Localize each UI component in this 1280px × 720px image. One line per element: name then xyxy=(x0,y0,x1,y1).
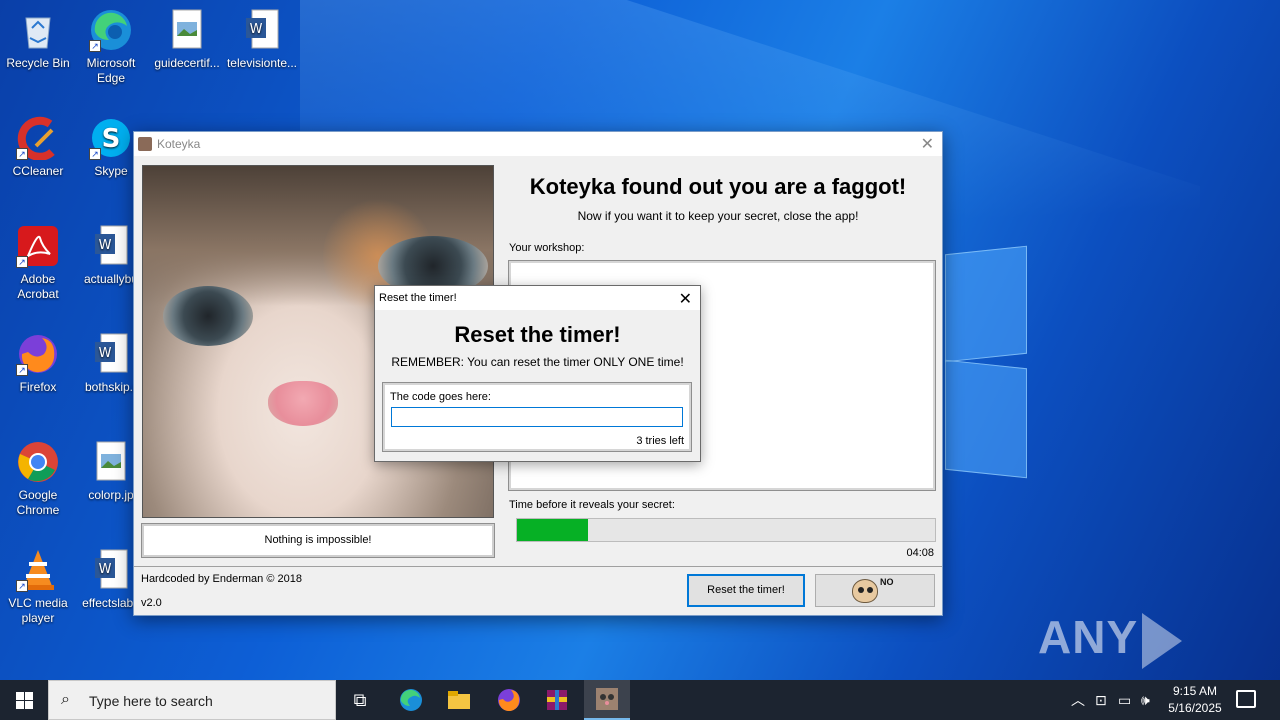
desktop-icon-label: Adobe Acrobat xyxy=(17,272,59,301)
word-doc-icon: W xyxy=(89,224,133,268)
svg-text:W: W xyxy=(99,562,112,577)
system-clock[interactable]: 9:15 AM 5/16/2025 xyxy=(1160,683,1230,717)
code-group: The code goes here: 3 tries left xyxy=(382,382,692,452)
app-icon xyxy=(138,137,152,151)
timer-label: Time before it reveals your secret: xyxy=(509,499,675,511)
dialog-subtext: REMEMBER: You can reset the timer ONLY O… xyxy=(391,355,684,369)
image-file-icon xyxy=(89,440,133,484)
close-icon[interactable]: ✕ xyxy=(921,134,934,154)
volume-icon[interactable]: 🕪 xyxy=(1141,680,1150,720)
tray-display-icon[interactable]: ▭ xyxy=(1118,680,1131,720)
desktop-icon-firefox[interactable]: ↗ Firefox xyxy=(0,332,76,395)
taskbar-edge-icon[interactable] xyxy=(388,680,434,720)
baldi-button[interactable]: NO xyxy=(815,574,935,607)
word-doc-icon: W xyxy=(240,8,284,52)
clock-date: 5/16/2025 xyxy=(1168,701,1222,715)
svg-text:W: W xyxy=(250,22,263,37)
motto-label: Nothing is impossible! xyxy=(141,523,495,558)
winrar-icon[interactable] xyxy=(534,680,580,720)
desktop-icon-label: CCleaner xyxy=(12,164,64,178)
timer-value: 04:08 xyxy=(906,547,934,559)
desktop-icon-vlc[interactable]: ↗ VLC media player xyxy=(0,548,76,626)
start-button[interactable] xyxy=(0,680,48,720)
desktop-icon-recycle-bin[interactable]: Recycle Bin xyxy=(0,8,76,71)
reset-timer-dialog: Reset the timer! ✕ Reset the timer! REME… xyxy=(374,285,701,462)
taskbar-koteyka-icon[interactable] xyxy=(584,680,630,720)
search-icon: ⌕ xyxy=(61,691,70,708)
search-placeholder: Type here to search xyxy=(89,693,213,709)
desktop-icon-label: Google Chrome xyxy=(16,488,60,517)
svg-text:W: W xyxy=(99,346,112,361)
timer-progress-bar xyxy=(516,518,936,542)
watermark-left: ANY xyxy=(1038,611,1139,663)
image-file-icon xyxy=(165,8,209,52)
dialog-close-icon[interactable]: ✕ xyxy=(679,289,692,309)
desktop-icon-label: Firefox xyxy=(19,380,57,394)
firefox-icon: ↗ xyxy=(16,332,60,376)
code-input[interactable] xyxy=(391,407,683,427)
desktop-icon-ccleaner[interactable]: ↗ CCleaner xyxy=(0,116,76,179)
window-title: Koteyka xyxy=(157,137,201,151)
desktop-icon-label: Recycle Bin xyxy=(6,56,70,70)
baldi-icon xyxy=(852,579,878,603)
desktop-icon-label: VLC media player xyxy=(8,596,68,625)
version-text: v2.0 xyxy=(141,597,162,609)
svg-text:S: S xyxy=(102,124,121,154)
desktop-icon-label: guidecertif... xyxy=(154,56,220,70)
chrome-icon xyxy=(16,440,60,484)
workshop-label: Your workshop: xyxy=(509,242,585,254)
word-doc-icon: W xyxy=(89,332,133,376)
main-heading: Koteyka found out you are a faggot! xyxy=(529,174,907,199)
recycle-bin-icon xyxy=(16,8,60,52)
baldi-text: NO xyxy=(880,577,894,587)
taskbar-search[interactable]: ⌕ Type here to search xyxy=(48,680,336,720)
ccleaner-icon: ↗ xyxy=(16,116,60,161)
title-bar[interactable]: Koteyka ✕ xyxy=(134,132,942,156)
notification-icon[interactable] xyxy=(1236,690,1256,708)
taskbar-firefox-icon[interactable] xyxy=(486,680,532,720)
windows-wallpaper-logo xyxy=(945,240,1030,480)
desktop-icon-chrome[interactable]: Google Chrome xyxy=(0,440,76,518)
dialog-heading: Reset the timer! xyxy=(454,322,621,347)
desktop-icon-label: televisionte... xyxy=(226,56,298,70)
desktop-icon-edge[interactable]: ↗ Microsoft Edge xyxy=(73,8,149,86)
word-doc-icon: W xyxy=(89,548,133,592)
desktop-icon-acrobat[interactable]: ↗ Adobe Acrobat xyxy=(0,224,76,302)
svg-text:W: W xyxy=(99,238,112,253)
dialog-title-bar[interactable]: Reset the timer! ✕ xyxy=(375,286,700,310)
code-label: The code goes here: xyxy=(390,391,491,403)
timer-progress-fill xyxy=(517,519,589,541)
desktop-icon-label: Microsoft Edge xyxy=(86,56,136,85)
tray-chevron-icon[interactable]: ︿ xyxy=(1071,680,1085,720)
tray-network-icon[interactable]: ⊡ xyxy=(1095,680,1107,720)
task-view-icon[interactable]: ⧉ xyxy=(337,680,383,720)
desktop-icon-guidecertif[interactable]: guidecertif... xyxy=(149,8,225,71)
edge-icon: ↗ xyxy=(89,8,133,52)
main-subheading: Now if you want it to keep your secret, … xyxy=(577,209,859,223)
reset-timer-button[interactable]: Reset the timer! xyxy=(687,574,805,607)
acrobat-icon: ↗ xyxy=(16,224,60,268)
play-icon xyxy=(1142,612,1183,669)
dialog-title: Reset the timer! xyxy=(379,292,457,304)
tries-left-text: 3 tries left xyxy=(636,435,684,447)
skype-icon: S ↗ xyxy=(89,116,133,160)
file-explorer-icon[interactable] xyxy=(436,680,482,720)
clock-time: 9:15 AM xyxy=(1172,684,1218,698)
desktop-icon-televisionte[interactable]: W televisionte... xyxy=(224,8,300,71)
credit-text: Hardcoded by Enderman © 2018 xyxy=(141,573,302,585)
taskbar: ⌕ Type here to search ⧉ ︿ ⊡ ▭ 🕪 9:15 AM … xyxy=(0,680,1280,720)
divider xyxy=(134,566,942,567)
vlc-icon: ↗ xyxy=(16,548,60,592)
